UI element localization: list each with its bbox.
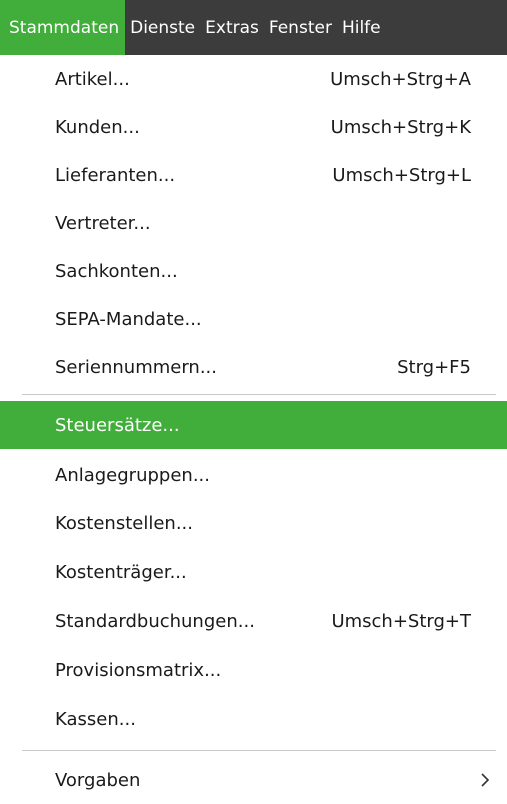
menu-bar: Stammdaten Dienste Extras Fenster Hilfe — [0, 0, 507, 55]
menu-item-kostenstellen[interactable]: Kostenstellen... — [0, 499, 507, 547]
menu-item-shortcut: Umsch+Strg+T — [331, 610, 471, 632]
menu-item-kostentraeger[interactable]: Kostenträger... — [0, 548, 507, 596]
menu-item-shortcut: Umsch+Strg+L — [332, 164, 471, 186]
menu-item-label: SEPA-Mandate... — [55, 308, 202, 330]
menu-stammdaten[interactable]: Stammdaten — [0, 0, 126, 55]
menu-item-seriennummern[interactable]: Seriennummern... Strg+F5 — [0, 343, 507, 391]
menu-item-label: Provisionsmatrix... — [55, 659, 222, 681]
menu-item-standardbuchungen[interactable]: Standardbuchungen... Umsch+Strg+T — [0, 597, 507, 645]
menu-item-label: Lieferanten... — [55, 164, 176, 186]
menu-dienste[interactable]: Dienste — [125, 0, 200, 55]
stammdaten-dropdown: Artikel... Umsch+Strg+A Kunden... Umsch+… — [0, 55, 507, 803]
menu-item-provisionsmatrix[interactable]: Provisionsmatrix... — [0, 646, 507, 694]
menu-separator — [22, 394, 496, 395]
menu-item-shortcut: Umsch+Strg+K — [330, 116, 471, 138]
menu-item-steuersaetze[interactable]: Steuersätze... — [0, 401, 507, 449]
menu-item-shortcut: Umsch+Strg+A — [330, 68, 471, 90]
menu-item-anlagegruppen[interactable]: Anlagegruppen... — [0, 451, 507, 499]
menu-item-label: Kunden... — [55, 116, 140, 138]
menu-item-label: Vertreter... — [55, 212, 151, 234]
menu-item-sepa-mandate[interactable]: SEPA-Mandate... — [0, 295, 507, 343]
menu-item-label: Kostenstellen... — [55, 512, 193, 534]
menu-item-label: Anlagegruppen... — [55, 464, 210, 486]
menu-separator — [22, 750, 496, 751]
menu-item-label: Steuersätze... — [55, 414, 180, 436]
menu-item-sachkonten[interactable]: Sachkonten... — [0, 247, 507, 295]
menu-item-shortcut: Strg+F5 — [397, 356, 471, 378]
menu-item-label: Seriennummern... — [55, 356, 217, 378]
menu-item-label: Vorgaben — [55, 769, 141, 791]
menu-extras[interactable]: Extras — [200, 0, 264, 55]
menu-item-kunden[interactable]: Kunden... Umsch+Strg+K — [0, 103, 507, 151]
menu-item-label: Standardbuchungen... — [55, 610, 255, 632]
menu-item-label: Kassen... — [55, 708, 136, 730]
menu-item-lieferanten[interactable]: Lieferanten... Umsch+Strg+L — [0, 151, 507, 199]
menu-item-artikel[interactable]: Artikel... Umsch+Strg+A — [0, 55, 507, 103]
menu-item-vorgaben[interactable]: Vorgaben — [0, 756, 507, 804]
menu-hilfe[interactable]: Hilfe — [337, 0, 386, 55]
chevron-right-icon — [481, 773, 490, 787]
menu-item-label: Artikel... — [55, 68, 130, 90]
menu-item-label: Sachkonten... — [55, 260, 178, 282]
menu-item-label: Kostenträger... — [55, 561, 187, 583]
menu-item-kassen[interactable]: Kassen... — [0, 695, 507, 743]
menu-item-vertreter[interactable]: Vertreter... — [0, 199, 507, 247]
menu-fenster[interactable]: Fenster — [264, 0, 337, 55]
